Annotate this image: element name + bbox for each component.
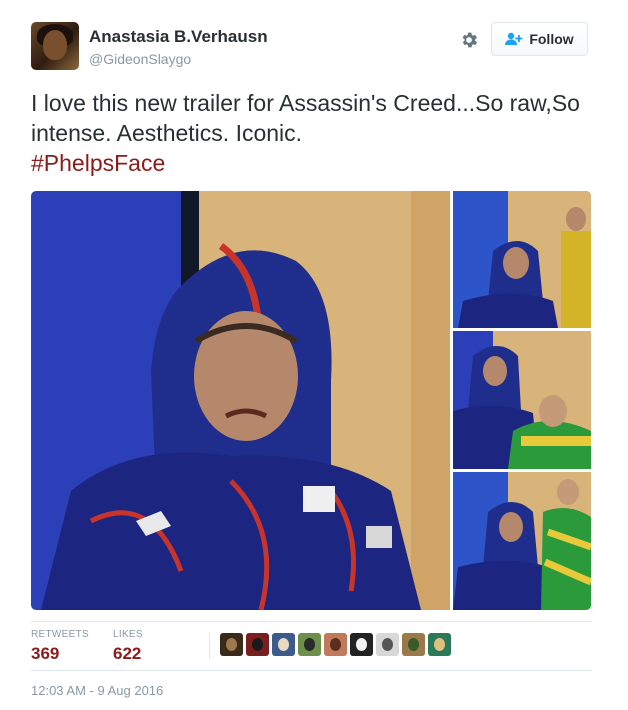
main-photo[interactable] — [31, 191, 450, 610]
thumbnail-2[interactable] — [453, 331, 591, 469]
retweets-count: 369 — [31, 644, 60, 663]
user-name[interactable]: Anastasia B.Verhausn — [89, 27, 268, 47]
hashtag-link[interactable]: #PhelpsFace — [31, 150, 165, 176]
liker-avatar[interactable] — [324, 633, 347, 656]
thumbnail-3[interactable] — [453, 472, 591, 610]
tweet-text: I love this new trailer for Assassin's C… — [31, 88, 591, 178]
retweets-stat[interactable]: RETWEETS 369 — [31, 629, 89, 664]
add-user-icon — [505, 32, 523, 45]
liker-avatar[interactable] — [220, 633, 243, 656]
user-handle[interactable]: @GideonSlaygo — [89, 51, 191, 67]
gear-icon — [462, 32, 478, 48]
thumbnail-1[interactable] — [453, 191, 591, 328]
tweet-body: I love this new trailer for Assassin's C… — [31, 90, 580, 146]
liker-avatars — [209, 633, 451, 659]
tweet-stats: RETWEETS 369 LIKES 622 — [31, 621, 591, 671]
liker-avatar[interactable] — [350, 633, 373, 656]
settings-button[interactable] — [457, 28, 481, 52]
liker-avatar[interactable] — [246, 633, 269, 656]
follow-button[interactable]: Follow — [491, 22, 588, 56]
liker-avatar[interactable] — [402, 633, 425, 656]
likes-count: 622 — [113, 644, 142, 663]
tweet-timestamp[interactable]: 12:03 AM - 9 Aug 2016 — [31, 683, 163, 698]
retweets-label: RETWEETS — [31, 629, 89, 640]
liker-avatar[interactable] — [272, 633, 295, 656]
avatar[interactable] — [31, 22, 79, 70]
liker-avatar[interactable] — [428, 633, 451, 656]
liker-avatar[interactable] — [376, 633, 399, 656]
avatar-face — [43, 30, 67, 60]
follow-label: Follow — [529, 31, 574, 47]
likes-stat[interactable]: LIKES 622 — [113, 629, 143, 664]
liker-avatar[interactable] — [298, 633, 321, 656]
likes-label: LIKES — [113, 629, 143, 640]
media-grid — [31, 191, 591, 610]
